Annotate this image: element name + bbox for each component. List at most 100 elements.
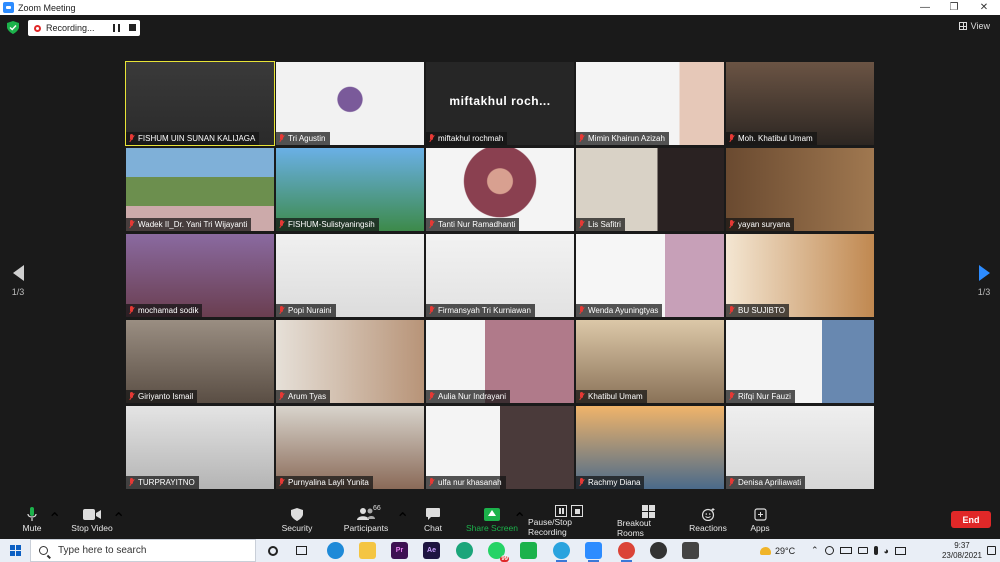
participant-name: ulfa nur khasanah [438,478,502,487]
participant-tile[interactable]: Wadek II_Dr. Yani Tri Wijayanti [126,148,274,231]
participant-name-label: Moh. Khatibul Umam [726,132,817,145]
participant-tile[interactable]: TURPRAYITNO [126,406,274,489]
network-icon[interactable] [857,547,868,554]
participant-name: yayan suryana [738,220,791,229]
participant-tile[interactable]: Mimin Khairun Azizah [576,62,724,145]
share-screen-button[interactable]: Share Screen [466,505,518,537]
obs-icon[interactable] [650,542,667,559]
weather-widget[interactable]: 29°C [760,539,795,562]
temperature: 29°C [775,545,796,556]
muted-mic-icon [128,478,135,487]
participant-tile[interactable]: BU SUJIBTO [726,234,874,317]
taskbar-search-box[interactable]: Type here to search [30,539,256,562]
phone-app-icon[interactable] [520,542,537,559]
participant-tile[interactable]: Moh. Khatibul Umam [726,62,874,145]
breakout-rooms-label: Breakout Rooms [617,518,652,538]
participant-tile[interactable]: mochamad sodik [126,234,274,317]
muted-mic-icon [128,134,135,143]
zoom-taskbar-icon[interactable] [585,542,602,562]
pause-stop-recording-button[interactable]: Pause/Stop Recording [528,505,610,537]
end-meeting-button[interactable]: End [951,511,991,528]
participant-tile[interactable]: Firmansyah Tri Kurniawan [426,234,574,317]
participant-tile[interactable]: Giriyanto Ismail [126,320,274,403]
participant-tile[interactable]: Arum Tyas [276,320,424,403]
participant-name-label: Purnyalina Layli Yunita [276,476,373,489]
chat-button[interactable]: Chat [420,505,446,537]
file-explorer-icon[interactable] [359,542,376,559]
app-cube-icon[interactable] [682,542,699,559]
page-indicator-left: 1/3 [11,287,25,297]
tray-chevron-icon[interactable]: ⌃ [811,545,819,556]
participant-tile[interactable]: Denisa Apriliawati [726,406,874,489]
participant-name-label: BU SUJIBTO [726,304,789,317]
participant-tile[interactable]: Rachmy Diana [576,406,724,489]
battery-icon[interactable] [839,547,852,554]
telegram-icon[interactable] [553,542,570,562]
whatsapp-icon[interactable]: 99 [488,542,509,562]
view-button[interactable]: View [958,21,990,31]
share-options-caret-icon[interactable]: ⌃ [513,509,526,529]
prev-page-button[interactable]: 1/3 [8,265,28,297]
participant-name-label: Aulia Nur Indrayani [426,390,511,403]
tray-app-icon[interactable] [824,546,834,555]
next-page-button[interactable]: 1/3 [974,265,994,297]
recording-indicator: Recording... [28,20,140,36]
edge-icon[interactable] [327,542,344,559]
participant-tile[interactable]: Tanti Nur Ramadhanti [426,148,574,231]
browser-edge-dev-icon[interactable] [456,542,473,559]
participant-tile[interactable]: Khatibul Umam [576,320,724,403]
task-view-icon[interactable] [293,542,310,559]
participant-tile[interactable]: miftakhul roch... miftakhul rochmah [426,62,574,145]
keyboard-icon[interactable] [894,546,906,555]
muted-mic-icon [128,220,135,229]
audio-options-caret-icon[interactable]: ⌃ [48,509,61,529]
meeting-toolbar: Mute ⌃ Stop Video ⌃ Security 66 Particip… [0,502,1000,539]
participants-button[interactable]: 66 Participants [342,505,390,537]
pause-recording-icon[interactable] [113,24,120,32]
muted-mic-icon [728,306,735,315]
security-button[interactable]: Security [280,505,314,537]
stop-video-button[interactable]: Stop Video [68,505,116,537]
participant-tile[interactable]: Purnyalina Layli Yunita [276,406,424,489]
muted-mic-icon [578,220,585,229]
muted-mic-icon [728,392,735,401]
shield-icon[interactable] [7,21,19,34]
chrome-icon[interactable] [618,542,635,562]
participant-tile[interactable]: Aulia Nur Indrayani [426,320,574,403]
muted-mic-icon [128,392,135,401]
participant-tile[interactable]: Tri Agustin [276,62,424,145]
breakout-rooms-button[interactable]: Breakout Rooms [617,505,679,538]
participant-tile[interactable]: Rifqi Nur Fauzi [726,320,874,403]
participant-tile[interactable]: Wenda Ayuningtyas [576,234,724,317]
close-icon[interactable]: ✕ [970,0,998,15]
muted-mic-icon [578,478,585,487]
stop-recording-icon[interactable] [129,24,136,31]
maximize-icon[interactable]: ❐ [940,0,968,15]
mute-button[interactable]: Mute [18,505,46,537]
premiere-pro-icon[interactable]: Pr [391,542,408,559]
minimize-icon[interactable]: — [911,0,939,15]
participant-tile[interactable]: Lis Safitri [576,148,724,231]
participant-tile[interactable]: ulfa nur khasanah [426,406,574,489]
volume-icon[interactable]: ◕ [884,546,889,556]
participant-name-label: Lis Safitri [576,218,625,231]
apps-button[interactable]: Apps [748,505,772,537]
apps-icon [753,507,767,521]
reactions-button[interactable]: Reactions [689,505,727,537]
participant-tile[interactable]: yayan suryana [726,148,874,231]
windows-start-button[interactable] [0,539,30,562]
participant-tile[interactable]: FISHUM UIN SUNAN KALIJAGA [125,61,275,146]
notifications-icon[interactable] [987,546,996,555]
participant-tile[interactable]: Popi Nuraini [276,234,424,317]
participants-caret-icon[interactable]: ⌃ [396,509,409,529]
participant-name: Tanti Nur Ramadhanti [438,220,516,229]
taskbar-clock[interactable]: 9:37 23/08/2021 [942,541,982,561]
video-options-caret-icon[interactable]: ⌃ [112,509,125,529]
participant-tile[interactable]: FISHUM-Sulistyaningsih [276,148,424,231]
participant-name-label: Arum Tyas [276,390,331,403]
after-effects-icon[interactable]: Ae [423,542,440,559]
muted-mic-icon [728,220,735,229]
cortana-icon[interactable] [264,542,281,559]
system-tray: ⌃ ◕ [811,539,906,562]
mic-tray-icon[interactable] [873,546,878,555]
